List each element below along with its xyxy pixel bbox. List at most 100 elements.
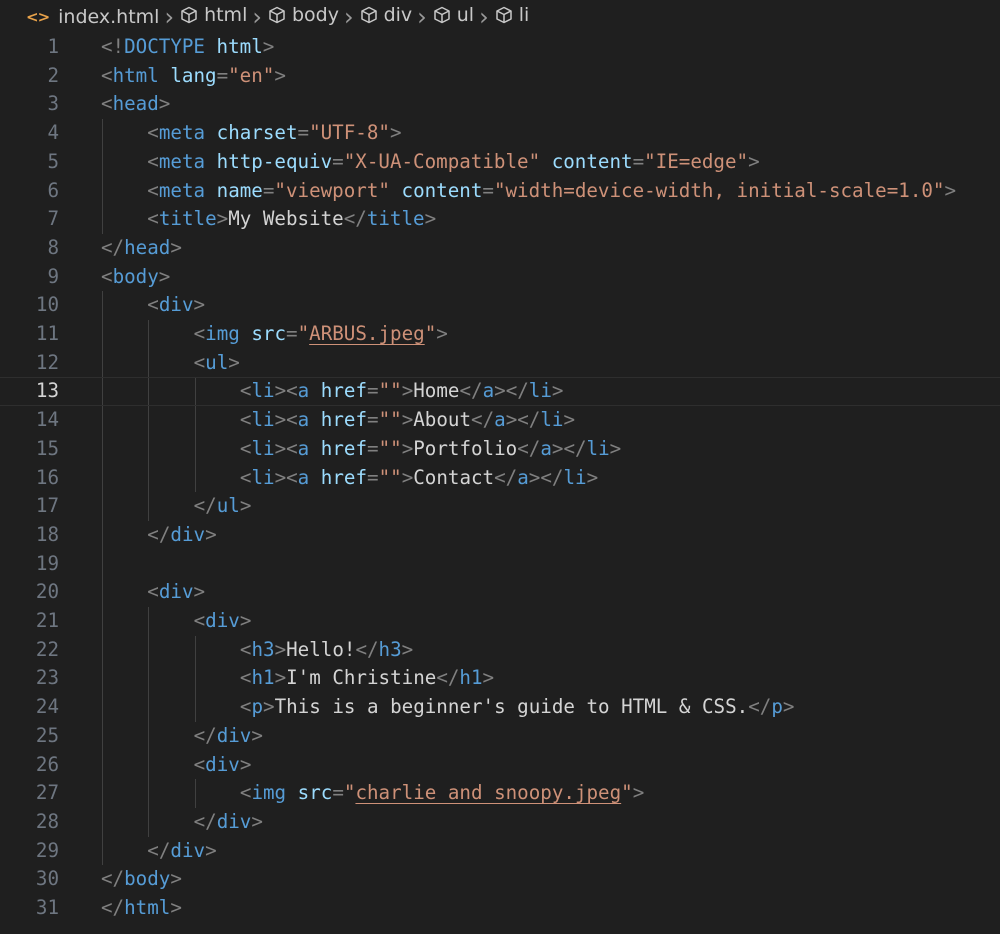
code-line[interactable]: 1 <!DOCTYPE html> [0,33,1000,62]
line-number: 30 [35,867,59,891]
code-line[interactable]: 15 <li><a href="">Portfolio</a></li> [0,435,1000,464]
code-token: </ [101,867,125,891]
code-line[interactable]: 22 <h3>Hello!</h3> [0,636,1000,665]
code-token: > [274,637,287,661]
code-token: href [320,379,368,403]
code-line[interactable]: 30 </body> [0,865,1000,894]
code-token: About [413,408,472,432]
code-token: </ [471,408,495,432]
code-line[interactable]: 13 <li><a href="">Home</a></li> [0,377,1000,406]
code-line[interactable]: 10 <div> [0,291,1000,320]
code-token: > [205,522,217,546]
code-token: = [216,63,229,87]
code-line[interactable]: 9 <body> [0,263,1000,292]
code-token: href [320,408,368,432]
code-token: < [193,350,206,374]
code-text: </div> [194,808,263,837]
code-line[interactable]: 29 </div> [0,837,1000,866]
code-token: < [101,264,113,288]
breadcrumb-item-html[interactable]: html [179,4,247,26]
breadcrumb-item-body[interactable]: body [267,4,339,26]
code-line[interactable]: 17 </ul> [0,492,1000,521]
symbol-element-icon [432,5,457,25]
code-line[interactable]: 19 [0,550,1000,579]
chevron-right-icon: › [417,3,427,31]
code-line[interactable]: 24 <p>This is a beginner's guide to HTML … [0,693,1000,722]
code-token: h3 [378,637,402,661]
code-line[interactable]: 21 <div> [0,607,1000,636]
code-line[interactable]: 16 <li><a href="">Contact</a></li> [0,464,1000,493]
line-number: 6 [47,178,59,202]
code-token: > [205,838,217,862]
code-token: = [332,149,344,173]
code-line[interactable]: 23 <h1>I'm Christine</h1> [0,664,1000,693]
code-token: body [124,867,171,891]
code-token: > [239,494,252,518]
breadcrumb-item-div[interactable]: div [359,4,412,26]
code-token: < [239,695,252,719]
code-line[interactable]: 25 </div> [0,722,1000,751]
code-line[interactable]: 18 </div> [0,521,1000,550]
breadcrumb-item-li[interactable]: li [494,4,530,26]
code-line[interactable]: 4 <meta charset="UTF-8"> [0,119,1000,148]
code-line[interactable]: 26 <div> [0,751,1000,780]
code-text: </body> [101,865,182,894]
code-token: " [424,322,437,345]
code-token: > [193,293,206,317]
code-text: </ul> [194,492,252,521]
code-text: <img src="ARBUS.jpeg"> [194,320,448,349]
code-token: title [158,207,217,231]
line-number: 2 [47,63,59,87]
code-token: div [216,723,252,747]
code-line[interactable]: 28 </div> [0,808,1000,837]
symbol-element-icon [267,5,292,25]
code-line[interactable]: 31 </html> [0,894,1000,923]
breadcrumb-item-label: li [518,4,530,26]
code-token: lang [170,63,217,87]
code-token: > [401,637,414,661]
breadcrumb-file[interactable]: index.html [58,6,159,28]
code-token: < [239,666,252,690]
code-token: " [343,781,356,805]
code-text: <img src="charlie and snoopy.jpeg"> [240,779,644,808]
code-text: <ul> [194,349,240,378]
code-token: head [112,92,159,116]
code-line[interactable]: 27 <img src="charlie and snoopy.jpeg"> [0,779,1000,808]
code-line[interactable]: 6 <meta name="viewport" content="width=de… [0,177,1000,206]
code-token: a [540,436,552,460]
line-number: 23 [35,666,59,690]
code-token: li [251,465,275,489]
code-line[interactable]: 2 <html lang="en"> [0,62,1000,91]
code-token: h3 [251,637,275,661]
code-token: Home [413,379,460,403]
code-line[interactable]: 12 <ul> [0,349,1000,378]
code-token: >< [274,379,298,403]
code-text: <h3>Hello!</h3> [240,636,413,665]
code-line[interactable]: 7 <title>My Website</title> [0,205,1000,234]
code-text: <div> [194,751,252,780]
code-token: > [436,322,448,345]
code-token: content [401,178,483,202]
html-file-icon: <> [26,8,50,26]
code-token: < [147,121,159,145]
code-token: content [551,149,633,173]
code-editor[interactable]: 1 <!DOCTYPE html> 2 <html lang="en"> 3 <head>… [0,33,1000,934]
code-line[interactable]: 20 <div> [0,578,1000,607]
code-text: <li><a href="">Contact</a></li> [240,464,598,493]
code-token: a [517,465,529,489]
code-line[interactable]: 11 <img src="ARBUS.jpeg"> [0,320,1000,349]
code-line[interactable]: 8 </head> [0,234,1000,263]
line-number: 11 [35,322,59,345]
code-line[interactable]: 5 <meta http-equiv="X-UA-Compatible" cont… [0,148,1000,177]
breadcrumb-item-ul[interactable]: ul [432,4,474,26]
code-token: a [494,408,506,432]
code-line[interactable]: 3 <head> [0,90,1000,119]
code-line[interactable]: 14 <li><a href="">About</a></li> [0,406,1000,435]
code-token: "viewport" [274,178,390,202]
code-token: "" [378,379,402,403]
code-token: ></ [505,408,541,432]
code-text: <li><a href="">About</a></li> [240,406,575,435]
